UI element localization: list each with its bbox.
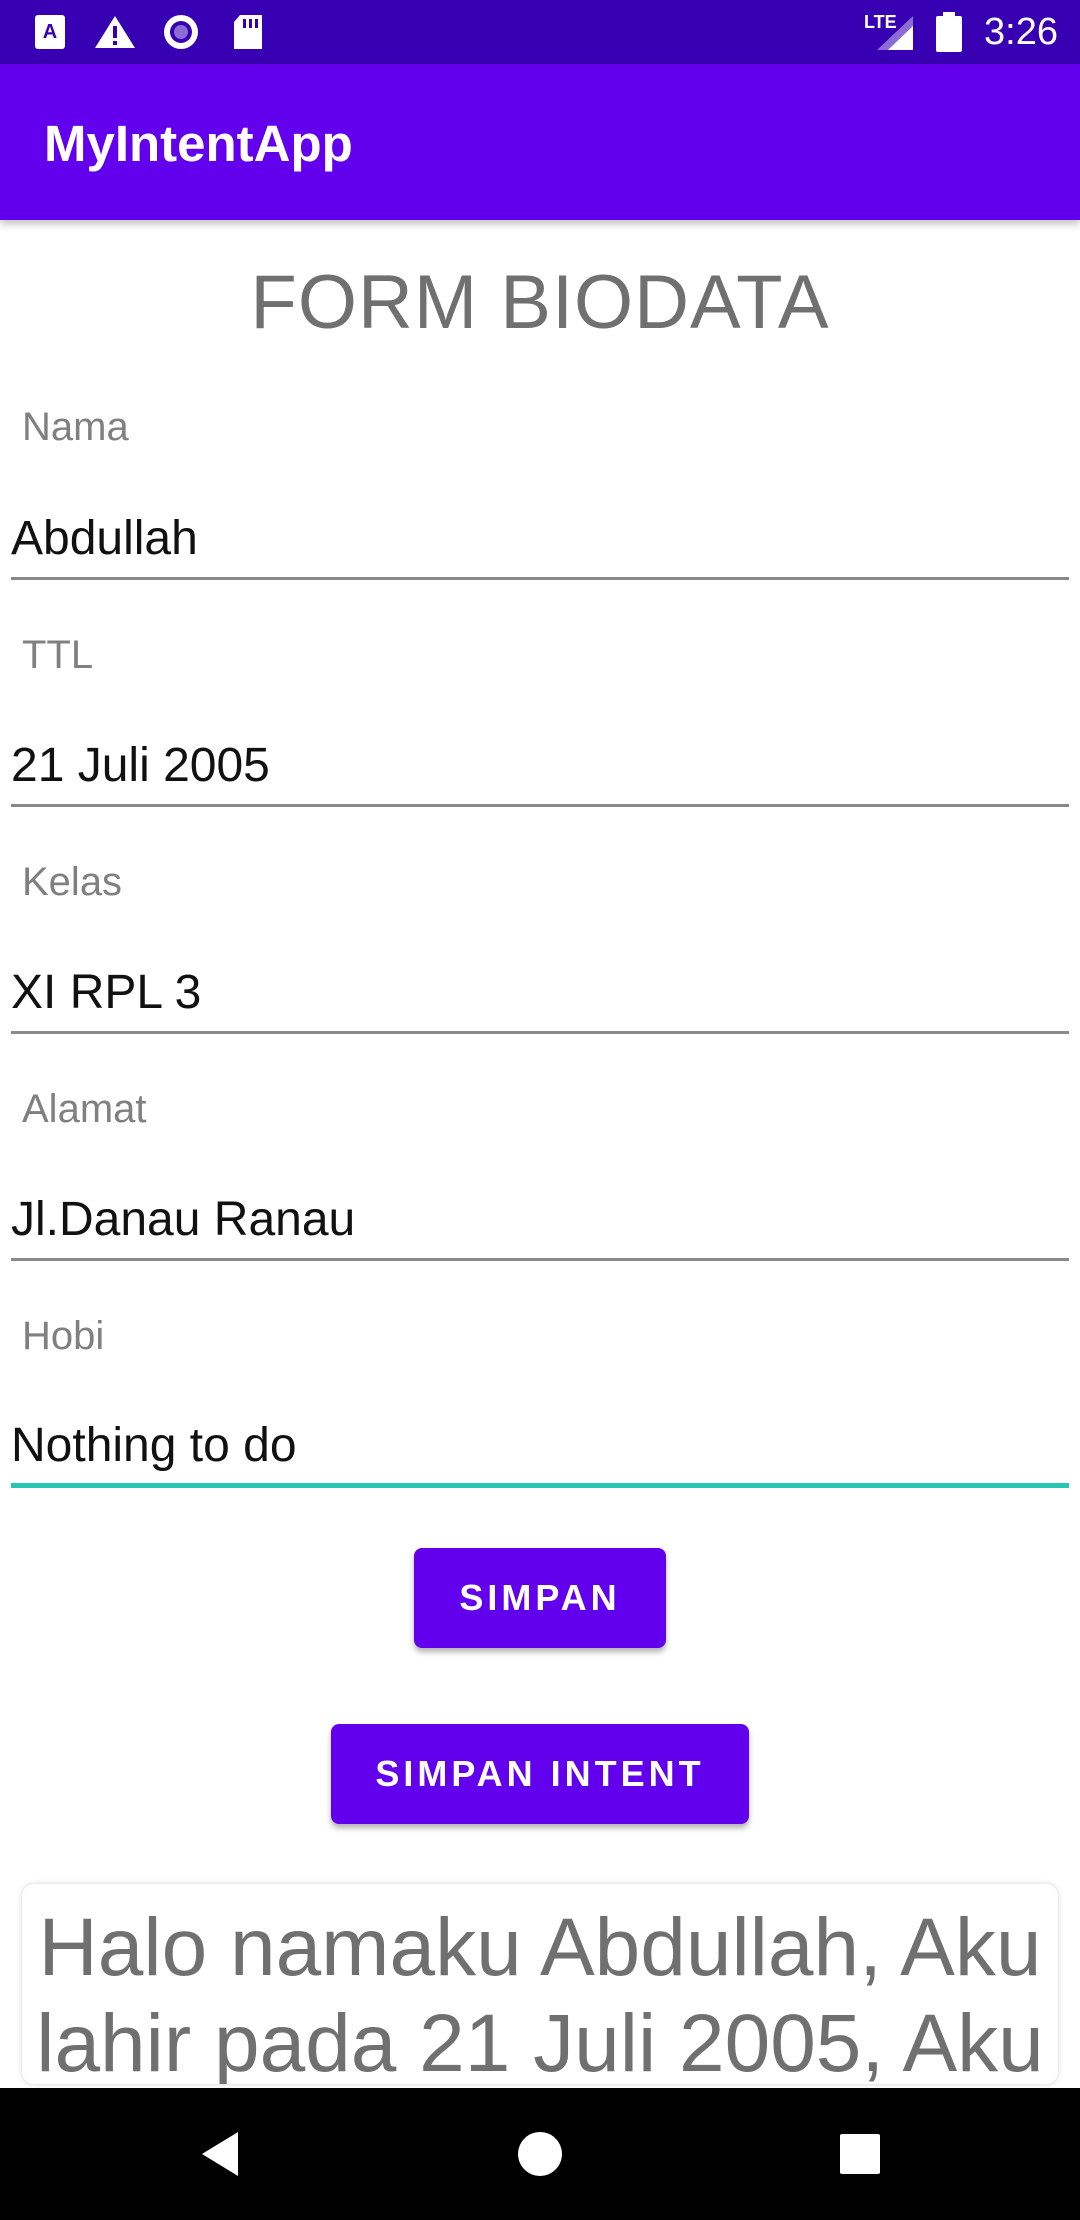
save-button[interactable]: SIMPAN bbox=[414, 1548, 666, 1648]
status-clock: 3:26 bbox=[984, 11, 1058, 53]
signal-icon bbox=[877, 16, 913, 50]
navigation-bar bbox=[0, 2088, 1080, 2220]
result-card: Halo namaku Abdullah, Aku lahir pada 21 … bbox=[22, 1884, 1058, 2084]
back-icon[interactable] bbox=[186, 2118, 258, 2190]
hobby-field[interactable] bbox=[11, 1408, 1069, 1488]
app-title: MyIntentApp bbox=[44, 115, 353, 172]
svg-text:A: A bbox=[43, 21, 57, 43]
recents-icon[interactable] bbox=[824, 2118, 896, 2190]
ttl-label: TTL bbox=[22, 633, 94, 677]
home-icon[interactable] bbox=[504, 2118, 576, 2190]
form-title: FORM BIODATA bbox=[250, 260, 830, 345]
record-icon bbox=[164, 15, 198, 49]
hobby-label: Hobi bbox=[22, 1314, 105, 1358]
address-label: Alamat bbox=[22, 1087, 147, 1131]
address-field[interactable] bbox=[11, 1181, 1069, 1261]
status-bar: A LTE 3:26 bbox=[0, 0, 1080, 64]
sd-card-icon bbox=[234, 15, 262, 49]
accessibility-icon: A bbox=[35, 15, 65, 49]
app-bar: MyIntentApp bbox=[0, 64, 1080, 220]
name-field[interactable] bbox=[11, 500, 1069, 580]
name-label: Nama bbox=[22, 405, 129, 449]
class-label: Kelas bbox=[22, 860, 123, 904]
save-intent-button[interactable]: SIMPAN INTENT bbox=[331, 1724, 749, 1824]
class-field[interactable] bbox=[11, 954, 1069, 1034]
ttl-field[interactable] bbox=[11, 727, 1069, 807]
result-text: Halo namaku Abdullah, Aku lahir pada 21 … bbox=[36, 1902, 1044, 2084]
battery-icon bbox=[936, 12, 962, 52]
warning-icon bbox=[95, 16, 135, 48]
